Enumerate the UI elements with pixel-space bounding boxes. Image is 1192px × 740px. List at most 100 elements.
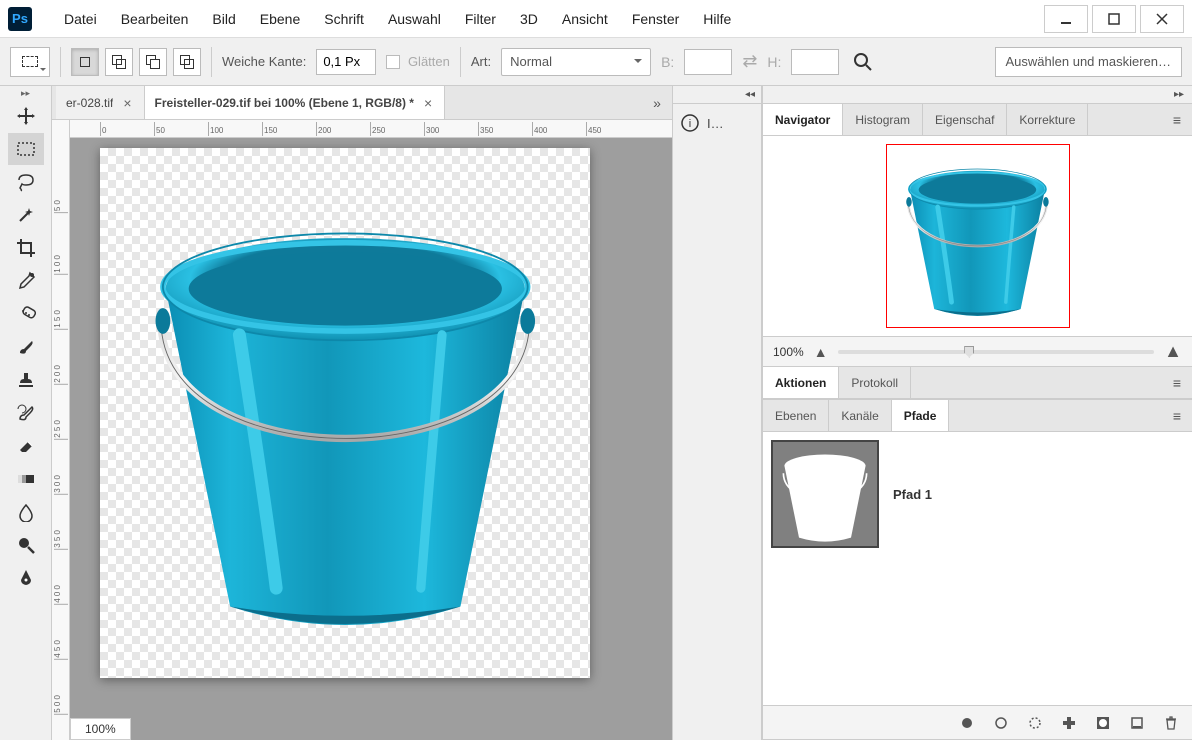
tab-aktionen[interactable]: Aktionen (763, 367, 839, 398)
tool-marquee[interactable] (8, 133, 44, 165)
panel-menu-button[interactable]: ≡ (1162, 367, 1192, 398)
document-tabs: er-028.tif × Freisteller-029.tif bei 100… (52, 86, 672, 120)
refine-icon (853, 52, 873, 72)
tool-brush[interactable] (8, 331, 44, 363)
info-icon: i (681, 114, 699, 132)
main-row: ▸▸ er-028.tif × Freisteller-029.tif bei … (0, 86, 1192, 740)
feather-label: Weiche Kante: (222, 54, 306, 69)
new-path-icon[interactable] (1128, 714, 1146, 732)
tool-magic-wand[interactable] (8, 199, 44, 231)
panel-aktionen: Aktionen Protokoll ≡ (763, 367, 1192, 400)
tool-crop[interactable] (8, 232, 44, 264)
zoom-in-icon[interactable]: ▲ (1164, 341, 1182, 362)
tool-gradient[interactable] (8, 463, 44, 495)
navigator-zoom-slider[interactable] (838, 350, 1155, 354)
canvas[interactable] (100, 148, 590, 678)
panel-navigator: Navigator Histogram Eigenschaf Korrektur… (763, 104, 1192, 367)
selection-to-path-icon[interactable] (1060, 714, 1078, 732)
tab-histogram[interactable]: Histogram (843, 104, 923, 135)
options-bar: Weiche Kante: Glätten Art: Normal B: ⇄ H… (0, 38, 1192, 86)
tab-pfade[interactable]: Pfade (892, 400, 950, 431)
selection-subtract-button[interactable] (139, 48, 167, 76)
tab-kanaele[interactable]: Kanäle (829, 400, 891, 431)
document-tab[interactable]: Freisteller-029.tif bei 100% (Ebene 1, R… (145, 86, 446, 119)
menu-datei[interactable]: Datei (52, 5, 109, 33)
stroke-path-icon[interactable] (992, 714, 1010, 732)
right-panel-dock: ▸▸ Navigator Histogram Eigenschaf Korrek… (762, 86, 1192, 740)
tab-protokoll[interactable]: Protokoll (839, 367, 911, 398)
navigator-thumbnail (891, 150, 1064, 323)
canvas-stage[interactable]: 100% (70, 138, 672, 740)
tool-stamp[interactable] (8, 364, 44, 396)
antialias-checkbox[interactable] (386, 55, 400, 69)
menu-hilfe[interactable]: Hilfe (691, 5, 743, 33)
window-minimize-button[interactable] (1044, 5, 1088, 33)
window-close-button[interactable] (1140, 5, 1184, 33)
tool-preset-dropdown[interactable] (10, 47, 50, 77)
select-and-mask-button[interactable]: Auswählen und maskieren… (995, 47, 1182, 77)
panel-pfade: Ebenen Kanäle Pfade ≡ Pfad 1 (763, 400, 1192, 740)
tab-ebenen[interactable]: Ebenen (763, 400, 829, 431)
style-select[interactable]: Normal (501, 48, 651, 76)
zoom-out-icon[interactable]: ▲ (814, 344, 828, 360)
svg-text:i: i (689, 118, 691, 130)
menu-bild[interactable]: Bild (200, 5, 247, 33)
status-zoom-readout[interactable]: 100% (70, 718, 131, 740)
menu-schrift[interactable]: Schrift (312, 5, 376, 33)
menu-3d[interactable]: 3D (508, 5, 550, 33)
panel-menu-button[interactable]: ≡ (1162, 104, 1192, 135)
panel-menu-button[interactable]: ≡ (1162, 400, 1192, 431)
ruler-horizontal[interactable]: 0 50 100 150 200 250 300 350 400 450 (70, 120, 672, 138)
menu-ansicht[interactable]: Ansicht (550, 5, 620, 33)
menu-bearbeiten[interactable]: Bearbeiten (109, 5, 201, 33)
menu-filter[interactable]: Filter (453, 5, 508, 33)
tool-healing[interactable] (8, 298, 44, 330)
tab-eigenschaften[interactable]: Eigenschaf (923, 104, 1007, 135)
tab-close-icon[interactable]: × (121, 95, 133, 111)
add-mask-icon[interactable] (1094, 714, 1112, 732)
dock-collapse-button[interactable]: ▸▸ (763, 86, 1192, 104)
collapsed-info-panel[interactable]: i I… (673, 104, 761, 142)
navigator-zoom-value[interactable]: 100% (773, 345, 804, 359)
style-label: Art: (471, 54, 491, 69)
tab-close-icon[interactable]: × (422, 95, 434, 111)
selection-add-button[interactable] (105, 48, 133, 76)
feather-input[interactable] (316, 49, 376, 75)
tool-eyedropper[interactable] (8, 265, 44, 297)
menu-auswahl[interactable]: Auswahl (376, 5, 453, 33)
tool-eraser[interactable] (8, 430, 44, 462)
tool-blur[interactable] (8, 496, 44, 528)
strip-collapse-button[interactable]: ◂◂ (673, 86, 761, 104)
close-icon (1156, 13, 1168, 25)
ruler-vertical[interactable]: 5 0 1 0 0 1 5 0 2 0 0 2 5 0 3 0 0 3 5 0 … (52, 120, 70, 740)
navigator-viewport[interactable] (886, 144, 1070, 328)
path-item[interactable]: Pfad 1 (767, 436, 1188, 552)
delete-path-icon[interactable] (1162, 714, 1180, 732)
tool-lasso[interactable] (8, 166, 44, 198)
tool-pen[interactable] (8, 562, 44, 594)
document-tab[interactable]: er-028.tif × (56, 86, 145, 119)
path-to-selection-icon[interactable] (1026, 714, 1044, 732)
menu-fenster[interactable]: Fenster (620, 5, 691, 33)
maximize-icon (1108, 13, 1120, 25)
navigator-preview[interactable] (763, 136, 1192, 336)
toolbox-expand[interactable]: ▸▸ (0, 86, 51, 100)
collapsed-panel-strip: ◂◂ i I… (672, 86, 762, 740)
tool-dodge[interactable] (8, 529, 44, 561)
width-input (684, 49, 732, 75)
minimize-icon (1060, 13, 1072, 25)
tool-history-brush[interactable] (8, 397, 44, 429)
height-label: H: (767, 54, 781, 70)
document-area: er-028.tif × Freisteller-029.tif bei 100… (52, 86, 672, 740)
tab-korrekturen[interactable]: Korrekture (1007, 104, 1088, 135)
tabs-overflow-button[interactable]: » (642, 86, 672, 119)
tool-move[interactable] (8, 100, 44, 132)
selection-new-button[interactable] (71, 48, 99, 76)
menu-ebene[interactable]: Ebene (248, 5, 312, 33)
window-maximize-button[interactable] (1092, 5, 1136, 33)
tab-navigator[interactable]: Navigator (763, 104, 843, 135)
swap-wh-icon[interactable]: ⇄ (742, 51, 757, 72)
fill-path-icon[interactable] (958, 714, 976, 732)
path-name-label[interactable]: Pfad 1 (893, 487, 932, 502)
selection-intersect-button[interactable] (173, 48, 201, 76)
